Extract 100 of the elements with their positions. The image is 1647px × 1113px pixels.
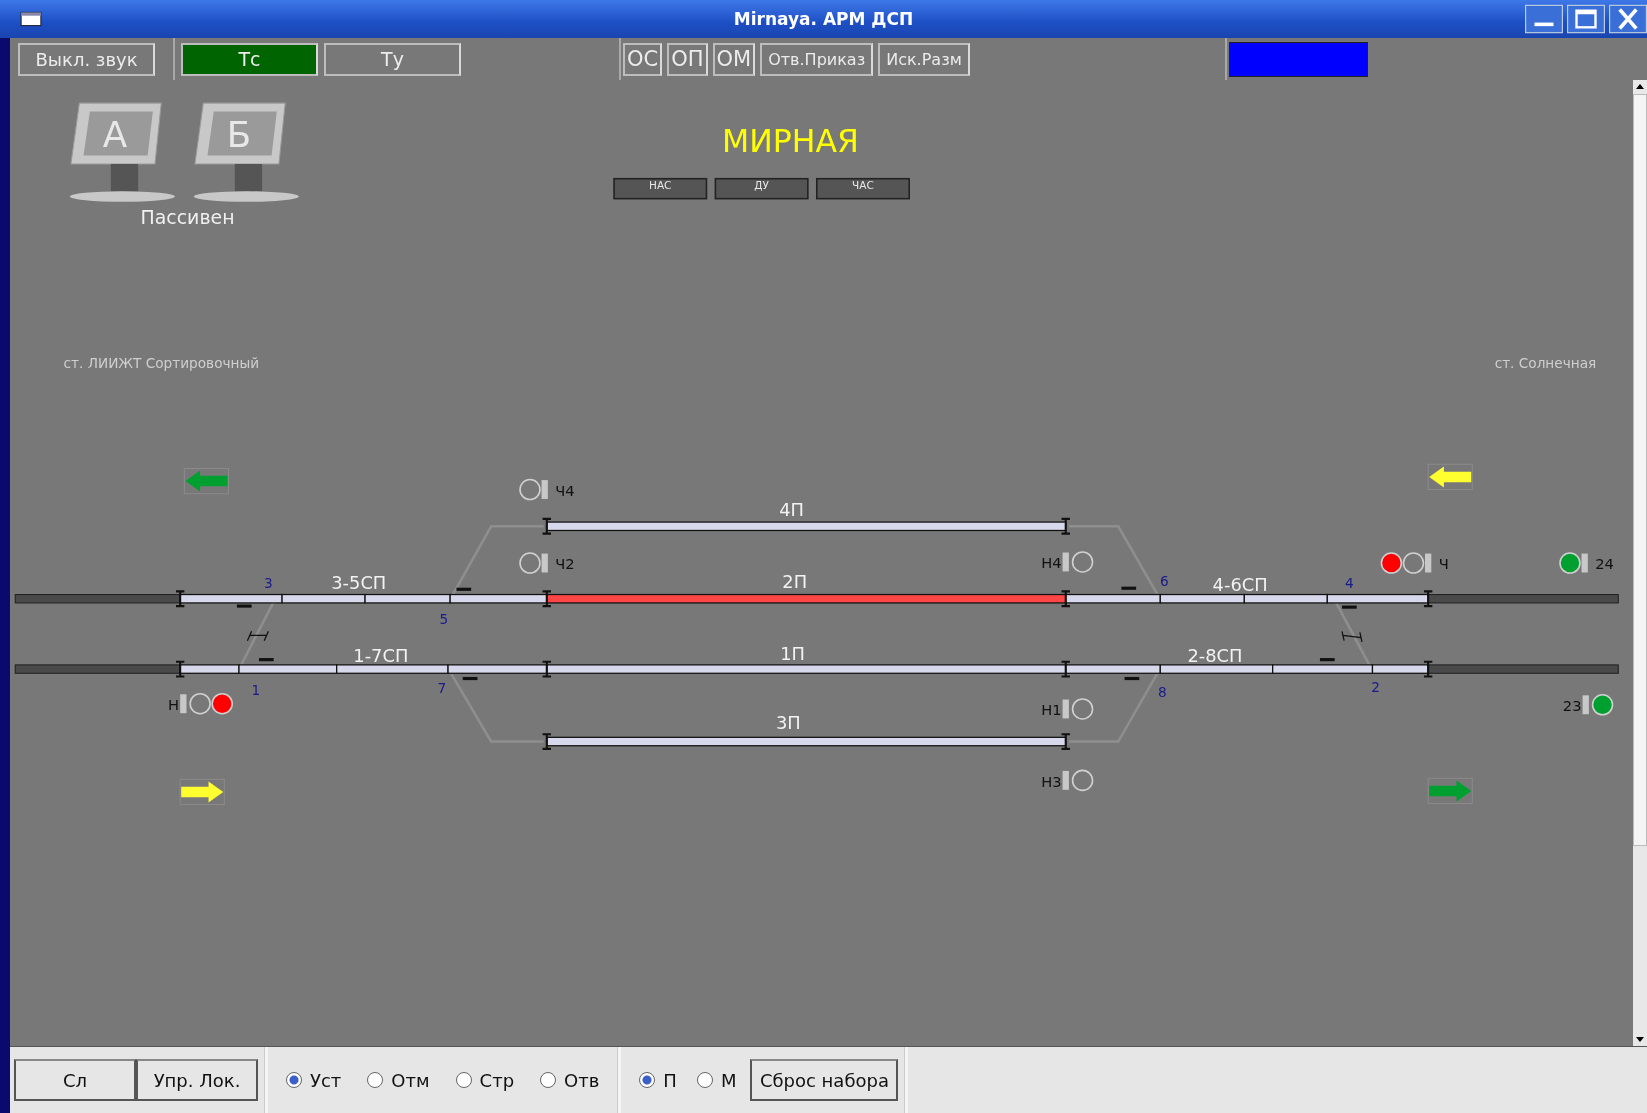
signal-lamp[interactable]	[1402, 552, 1425, 574]
insulated-joint	[541, 733, 553, 750]
control-button[interactable]: Упр. Лок.	[136, 1059, 258, 1101]
track-label: 1-7СП	[353, 644, 409, 666]
signal-name: Ч	[1438, 555, 1449, 573]
insulated-joint	[1060, 517, 1071, 535]
insulated-joint	[541, 590, 553, 608]
signal-lamp[interactable]	[1071, 769, 1094, 792]
neighbor-station-label: ст. ЛИИЖТ Сортировочный	[63, 354, 260, 371]
signal-lamp[interactable]	[211, 692, 233, 715]
signal-mast	[1581, 553, 1588, 573]
neighbor-station-label: ст. Солнечная	[1494, 354, 1597, 371]
mode-tab[interactable]: Ту	[324, 42, 461, 76]
signal-name: Н4	[1041, 554, 1062, 572]
switch-number: 6	[1160, 573, 1169, 590]
insulated-joint	[1060, 660, 1071, 678]
direction-arrow-icon[interactable]	[179, 778, 225, 806]
signal-name: Н	[168, 696, 180, 714]
insulated-joint	[174, 590, 186, 608]
radio-option[interactable]: Отм	[367, 1069, 430, 1091]
signal-name: Ч2	[555, 555, 575, 573]
radio-option[interactable]: Уст	[286, 1069, 342, 1091]
radio-option[interactable]: Отв	[540, 1069, 600, 1091]
signal-lamp[interactable]	[1380, 552, 1403, 574]
signal-name: Н1	[1041, 701, 1062, 719]
signal-mast	[1062, 770, 1069, 790]
command-button[interactable]: Отв.Приказ	[760, 42, 874, 76]
crossover-mark	[1341, 630, 1363, 643]
signal-lamp[interactable]	[519, 478, 541, 501]
switch-position-mark	[236, 604, 252, 608]
station-mode-button[interactable]: ДУ	[714, 177, 809, 200]
track-label: 1П	[780, 642, 805, 664]
switch-number: 4	[1345, 575, 1354, 592]
radio-option[interactable]: М	[696, 1069, 737, 1091]
signal-mast	[1425, 553, 1432, 573]
radio-option[interactable]: П	[639, 1069, 677, 1091]
track-label: 2П	[782, 571, 808, 593]
control-button[interactable]: Сл	[14, 1059, 136, 1101]
signal-lamp[interactable]	[189, 692, 211, 715]
insulated-joint	[1060, 733, 1071, 750]
insulated-joint	[541, 660, 553, 678]
reset-button[interactable]: Сброс набора	[750, 1059, 899, 1101]
signal-mast	[180, 694, 187, 714]
window-icon[interactable]	[20, 11, 42, 27]
insulated-joint	[1422, 590, 1434, 608]
track-section[interactable]	[546, 736, 1067, 747]
signal-name: Ч4	[555, 481, 575, 499]
switch-position-mark	[1319, 658, 1335, 662]
signal-mast	[541, 553, 548, 573]
direction-arrow-icon[interactable]	[1427, 463, 1473, 491]
signal-lamp[interactable]	[1071, 551, 1094, 573]
signal-name: Н3	[1041, 772, 1062, 790]
track-label: 4П	[779, 498, 804, 520]
command-button[interactable]: Иск.Разм	[878, 42, 970, 76]
command-button[interactable]: ОМ	[712, 42, 756, 76]
signal-mast	[1582, 695, 1589, 715]
mute-sound-button[interactable]: Выкл. звук	[18, 42, 155, 76]
crossover-mark	[246, 630, 270, 642]
command-button[interactable]: ОП	[667, 42, 708, 76]
minimize-button[interactable]	[1525, 4, 1563, 34]
switch-position-mark	[462, 676, 478, 681]
switch-number: 2	[1371, 679, 1380, 696]
radio-option[interactable]: Стр	[455, 1069, 515, 1091]
signal-mast	[541, 480, 548, 499]
close-button[interactable]	[1609, 4, 1647, 34]
track-label: 3-5СП	[331, 572, 387, 594]
switch-number: 7	[437, 680, 447, 697]
insulated-joint	[541, 517, 553, 535]
station-name: МИРНАЯ	[722, 123, 859, 160]
workstation-status: Пассивен	[140, 205, 235, 228]
switch-number: 3	[264, 575, 273, 592]
vertical-scrollbar[interactable]	[1633, 80, 1647, 1046]
signal-mast	[1062, 552, 1069, 572]
switch-position-mark	[1124, 676, 1140, 681]
window-title: Mirnaya. АРМ ДСП	[733, 9, 914, 29]
switch-position-mark	[258, 658, 274, 662]
switch-position-mark	[1121, 586, 1137, 590]
station-mode-button[interactable]: ЧАС	[816, 177, 910, 200]
switch-position-mark	[1342, 605, 1357, 609]
switch-number: 1	[251, 682, 261, 699]
command-button[interactable]: ОС	[623, 42, 663, 76]
signal-lamp[interactable]	[519, 552, 541, 574]
signal-lamp[interactable]	[1071, 698, 1094, 720]
track-label: 4-6СП	[1212, 574, 1268, 596]
switch-position-mark	[456, 587, 472, 591]
track-section[interactable]	[546, 521, 1067, 532]
mode-tab[interactable]: Тс	[181, 42, 318, 76]
insulated-joint	[1422, 660, 1434, 678]
insulated-joint	[174, 660, 186, 678]
signal-lamp[interactable]	[1559, 552, 1581, 574]
track-label: 3П	[776, 711, 801, 733]
signal-name: 24	[1595, 555, 1614, 573]
station-mode-button[interactable]: НАС	[613, 177, 708, 200]
maximize-button[interactable]	[1567, 4, 1605, 34]
signal-name: 23	[1562, 697, 1582, 715]
switch-number: 8	[1158, 684, 1167, 701]
insulated-joint	[1060, 590, 1071, 608]
signal-lamp[interactable]	[1591, 694, 1614, 716]
switch-number: 5	[439, 610, 449, 627]
track-label: 2-8СП	[1187, 644, 1243, 666]
